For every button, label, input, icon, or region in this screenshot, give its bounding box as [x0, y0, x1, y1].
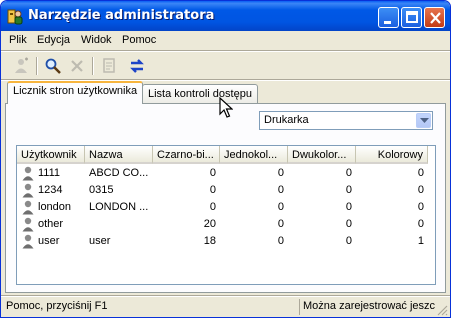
column-header-bw[interactable]: Czarno-bi... [153, 146, 220, 164]
user-icon [22, 183, 34, 198]
dropdown-button[interactable] [416, 113, 431, 128]
admin-tool-window: Narzędzie administratora Plik Edycja Wid… [0, 0, 451, 318]
mouse-cursor-icon [219, 97, 233, 118]
column-header-user[interactable]: Użytkownik [17, 146, 85, 164]
search-button[interactable] [42, 55, 64, 77]
status-bar: Pomoc, przyciśnij F1 Można zarejestrować… [1, 297, 450, 317]
cell-mono: 0 [277, 218, 284, 230]
table-row[interactable]: 1111 ABCD CO... 0 0 0 0 [17, 165, 435, 182]
close-icon [430, 12, 441, 24]
cell-duo: 0 [345, 167, 352, 179]
column-header-mono[interactable]: Jednokol... [220, 146, 288, 164]
add-user-button[interactable] [10, 55, 32, 77]
cell-name: ABCD CO... [89, 167, 149, 179]
cell-mono: 0 [277, 235, 284, 247]
add-user-icon [15, 57, 28, 73]
cell-mono: 0 [277, 184, 284, 196]
maximize-icon [406, 11, 418, 23]
menu-bar: Plik Edycja Widok Pomoc [1, 31, 450, 50]
refresh-button[interactable] [126, 55, 148, 77]
cell-name: 0315 [89, 184, 114, 196]
cell-color: 0 [417, 167, 424, 179]
menu-plik[interactable]: Plik [9, 34, 27, 46]
window-title: Narzędzie administratora [28, 8, 215, 23]
cell-user: london [38, 201, 72, 213]
cell-name: user [89, 235, 111, 247]
refresh-icon [130, 59, 144, 73]
delete-icon [71, 60, 83, 72]
menu-edycja[interactable]: Edycja [37, 34, 70, 46]
cell-mono: 0 [277, 167, 284, 179]
minimize-icon [384, 21, 391, 24]
cell-color: 0 [417, 184, 424, 196]
printer-select[interactable]: Drukarka [259, 111, 433, 130]
chevron-down-icon [420, 118, 429, 123]
printer-select-value: Drukarka [264, 114, 309, 126]
properties-button[interactable] [98, 55, 120, 77]
cell-color: 0 [417, 218, 424, 230]
cell-duo: 0 [345, 184, 352, 196]
cell-duo: 0 [345, 235, 352, 247]
toolbar [1, 51, 450, 79]
tab-lista-kontroli[interactable]: Lista kontroli dostępu [142, 84, 258, 104]
app-icon [7, 9, 23, 25]
maximize-button[interactable] [401, 7, 422, 28]
user-icon [22, 234, 34, 249]
list-header: Użytkownik Nazwa Czarno-bi... Jednokol..… [17, 146, 435, 164]
toolbar-separator [92, 57, 94, 75]
cell-name: LONDON ... [89, 201, 149, 213]
properties-icon [103, 58, 115, 73]
title-bar[interactable]: Narzędzie administratora [1, 1, 450, 31]
status-info-text: Można zarejestrować jeszc [299, 299, 435, 315]
tab-panel: Drukarka Użytkownik Nazwa Czarno-bi... J… [5, 103, 446, 293]
tab-label: Licznik stron użytkownika [13, 85, 138, 97]
status-help-text: Pomoc, przyciśnij F1 [6, 300, 108, 312]
column-header-duo[interactable]: Dwukolor... [288, 146, 356, 164]
tab-licznik-stron[interactable]: Licznik stron użytkownika [7, 81, 144, 104]
tab-label: Lista kontroli dostępu [148, 88, 252, 100]
table-row[interactable]: london LONDON ... 0 0 0 0 [17, 199, 435, 216]
cell-mono: 0 [277, 201, 284, 213]
table-row[interactable]: user user 18 0 0 1 [17, 233, 435, 250]
cell-color: 0 [417, 201, 424, 213]
cell-bw: 20 [203, 218, 216, 230]
close-button[interactable] [424, 7, 445, 28]
search-icon [45, 58, 61, 74]
cell-bw: 0 [209, 167, 216, 179]
menu-widok[interactable]: Widok [81, 34, 112, 46]
resize-grip-icon[interactable] [436, 304, 448, 316]
cell-color: 1 [417, 235, 424, 247]
table-row[interactable]: 1234 0315 0 0 0 0 [17, 182, 435, 199]
cell-user: 1234 [38, 184, 63, 196]
user-icon [22, 166, 34, 181]
minimize-button[interactable] [378, 7, 399, 28]
cell-user: other [38, 218, 64, 230]
toolbar-separator [36, 57, 38, 75]
cell-duo: 0 [345, 201, 352, 213]
column-header-name[interactable]: Nazwa [85, 146, 153, 164]
cell-user: 1111 [38, 167, 61, 179]
user-icon [22, 217, 34, 232]
table-row[interactable]: other 20 0 0 0 [17, 216, 435, 233]
cell-user: user [38, 235, 60, 247]
column-header-color[interactable]: Kolorowy [356, 146, 428, 164]
cell-bw: 18 [203, 235, 216, 247]
user-counter-list[interactable]: Użytkownik Nazwa Czarno-bi... Jednokol..… [16, 145, 436, 285]
menu-pomoc[interactable]: Pomoc [122, 34, 156, 46]
cell-bw: 0 [209, 184, 216, 196]
cell-duo: 0 [345, 218, 352, 230]
user-icon [22, 200, 34, 215]
cell-bw: 0 [209, 201, 216, 213]
delete-button[interactable] [66, 55, 88, 77]
